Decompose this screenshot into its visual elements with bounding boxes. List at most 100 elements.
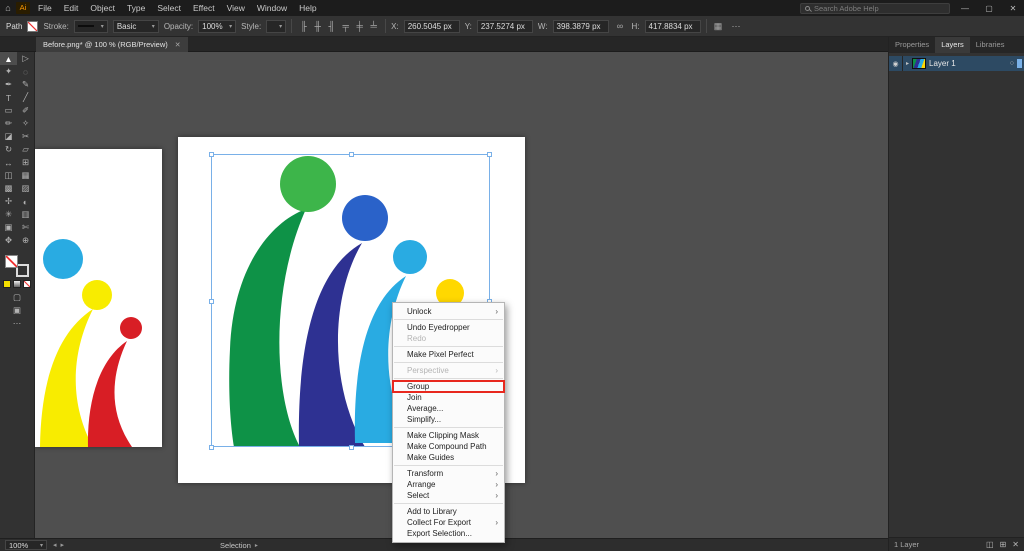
menu-type[interactable]: Type [121,0,151,16]
context-menu-item-make-pixel-perfect[interactable]: Make Pixel Perfect [393,349,504,360]
tab-layers[interactable]: Layers [935,37,970,53]
context-menu-item-group[interactable]: Group [392,380,505,393]
brush-select[interactable]: Basic ▾ [112,19,159,33]
curvature-tool[interactable]: ✎ [17,78,34,91]
selection-handle[interactable] [349,445,354,450]
context-menu-item-select[interactable]: Select › [393,490,504,501]
fill-swatch[interactable] [5,255,18,268]
gradient-button[interactable] [13,280,21,288]
context-menu-item-unlock[interactable]: Unlock › [393,306,504,317]
menu-file[interactable]: File [32,0,58,16]
type-tool[interactable]: T [0,91,17,104]
pen-tool[interactable]: ✒ [0,78,17,91]
context-menu-item-undo-eyedropper[interactable]: Undo Eyedropper [393,322,504,333]
context-menu-item-join[interactable]: Join [393,392,504,403]
left-yellow-figure-head[interactable] [82,280,112,310]
height-field[interactable]: 417.8834 px [644,19,701,33]
gradient-tool[interactable]: ▨ [17,182,34,195]
constrain-proportions-icon[interactable]: ∞ [614,20,627,33]
shaper-tool[interactable]: ✧ [17,117,34,130]
width-field[interactable]: 398.3879 px [552,19,609,33]
opacity-field[interactable]: 100% ▾ [198,19,237,33]
next-artboard-icon[interactable]: ▸ [61,541,65,549]
search-input[interactable]: Search Adobe Help [800,2,950,14]
artboard-tool[interactable]: ▣ [0,221,17,234]
none-button[interactable] [23,280,31,288]
color-button[interactable] [3,280,11,288]
maximize-button[interactable]: ▢ [980,4,998,13]
line-segment-tool[interactable]: ╱ [17,91,34,104]
layer-name[interactable]: Layer 1 [929,59,1007,68]
zoom-tool[interactable]: ⊕ [17,234,34,247]
menu-view[interactable]: View [221,0,251,16]
column-graph-tool[interactable]: ▥ [17,208,34,221]
selection-handle[interactable] [487,152,492,157]
horizontal-align-center-icon[interactable]: ╫ [311,20,324,33]
minimize-button[interactable]: — [956,4,974,13]
zoom-level-select[interactable]: 100% ▾ [5,540,47,550]
magic-wand-tool[interactable]: ✦ [0,65,17,78]
paintbrush-tool[interactable]: ✐ [17,104,34,117]
eraser-tool[interactable]: ◪ [0,130,17,143]
left-cyan-figure-head[interactable] [43,239,83,279]
context-menu-item-average[interactable]: Average... [393,403,504,414]
style-select[interactable]: ▾ [266,19,287,33]
vertical-align-center-icon[interactable]: ╪ [353,20,366,33]
left-artboard[interactable] [35,149,162,447]
menu-effect[interactable]: Effect [187,0,221,16]
vertical-align-top-icon[interactable]: ╤ [339,20,352,33]
context-menu-item-simplify[interactable]: Simplify... [393,414,504,425]
menu-edit[interactable]: Edit [58,0,85,16]
stroke-weight-field[interactable]: ▾ [73,19,108,33]
artboard-nav[interactable]: ◂ ▸ [53,541,64,549]
status-menu-icon[interactable]: ▸ [255,542,258,549]
layer-row[interactable]: ◉ ▸ Layer 1 ○ [889,56,1024,71]
selection-handle[interactable] [209,445,214,450]
slice-tool[interactable]: ✄ [17,221,34,234]
more-options-icon[interactable]: ⋯ [730,20,743,33]
edit-toolbar-button[interactable]: ⋯ [0,317,34,330]
context-menu-item-arrange[interactable]: Arrange › [393,479,504,490]
tab-close-icon[interactable]: ✕ [175,41,181,49]
y-position-field[interactable]: 237.5274 px [476,19,533,33]
lasso-tool[interactable]: ◌ [17,65,34,78]
menu-select[interactable]: Select [151,0,187,16]
tab-properties[interactable]: Properties [889,37,935,53]
left-red-figure-body[interactable] [87,341,132,447]
close-button[interactable]: ✕ [1004,4,1022,13]
prev-artboard-icon[interactable]: ◂ [53,541,57,549]
context-menu-item-add-to-library[interactable]: Add to Library [393,506,504,517]
draw-mode-button[interactable]: ▢ [0,291,34,304]
selection-handle[interactable] [209,299,214,304]
selection-handle[interactable] [209,152,214,157]
hand-tool[interactable]: ✥ [0,234,17,247]
eyedropper-tool[interactable]: ✢ [0,195,17,208]
selection-handle[interactable] [349,152,354,157]
horizontal-align-left-icon[interactable]: ╟ [297,20,310,33]
pencil-tool[interactable]: ✏ [0,117,17,130]
menu-window[interactable]: Window [251,0,293,16]
screen-mode-button[interactable]: ▣ [0,304,34,317]
home-icon[interactable]: ⌂ [0,3,16,13]
transform-panel-icon[interactable]: ▦ [712,20,725,33]
width-tool[interactable]: ↔ [0,156,17,169]
menu-object[interactable]: Object [84,0,121,16]
left-red-figure-head[interactable] [120,317,142,339]
new-mask-icon[interactable]: ◫ [986,540,994,549]
perspective-grid-tool[interactable]: ▦ [17,169,34,182]
free-transform-tool[interactable]: ⊞ [17,156,34,169]
context-menu-item-make-compound-path[interactable]: Make Compound Path [393,441,504,452]
horizontal-align-right-icon[interactable]: ╢ [325,20,338,33]
symbol-sprayer-tool[interactable]: ✳ [0,208,17,221]
fill-stroke-control[interactable] [5,255,29,277]
layer-target-icon[interactable]: ○ [1010,60,1014,67]
blend-tool[interactable]: ◐ [17,195,34,208]
x-position-field[interactable]: 260.5045 px [403,19,460,33]
fill-color-swatch[interactable] [27,20,39,32]
mesh-tool[interactable]: ▩ [0,182,17,195]
context-menu-item-export-selection[interactable]: Export Selection... [393,528,504,539]
visibility-toggle[interactable]: ◉ [889,56,903,71]
shape-builder-tool[interactable]: ◫ [0,169,17,182]
rotate-tool[interactable]: ↻ [0,143,17,156]
selection-tool[interactable]: ▲ [0,52,17,65]
